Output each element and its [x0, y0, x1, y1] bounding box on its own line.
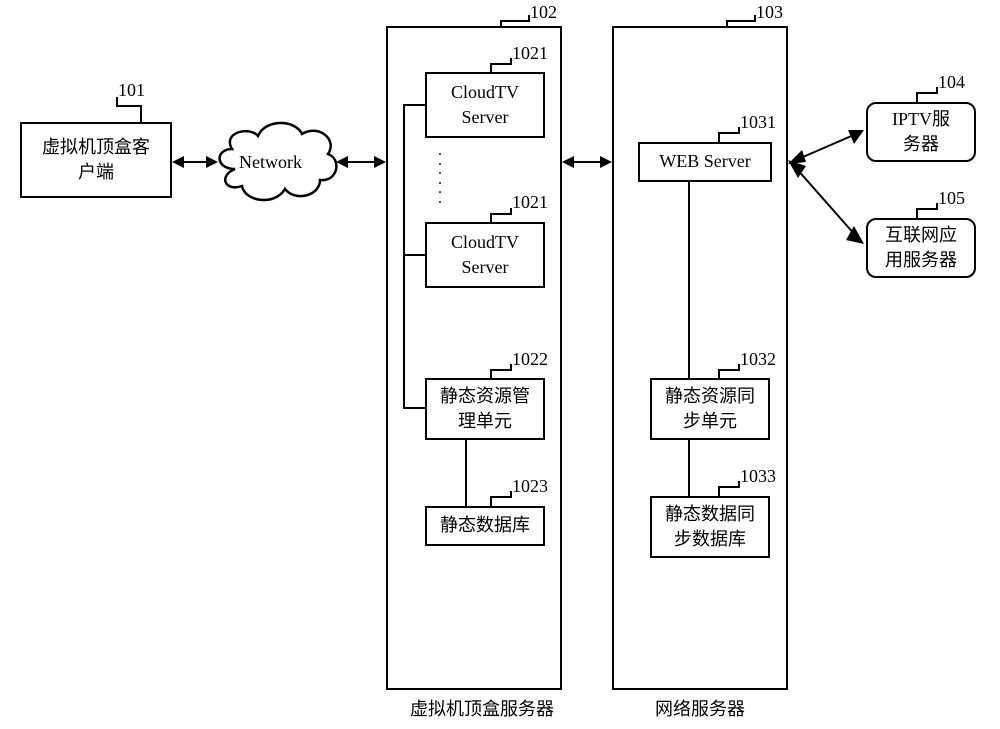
- cloudtv-box-2: CloudTV Server: [425, 222, 545, 288]
- netsrv-id: 103: [756, 2, 783, 23]
- sdb-box: 静态数据库: [425, 506, 545, 546]
- leader: [718, 486, 720, 496]
- arrow-web-inetapp: [788, 160, 866, 250]
- arrow-vstb-netsrv: [562, 152, 612, 172]
- leader: [490, 63, 512, 65]
- sync-db-label: 静态数据同 步数据库: [665, 502, 755, 552]
- leader: [718, 486, 740, 488]
- leader: [490, 213, 492, 222]
- inet-app-id: 105: [938, 188, 965, 209]
- bus-h: [403, 254, 425, 256]
- connector-v: [688, 182, 690, 378]
- web-id: 1031: [740, 112, 776, 133]
- sdb-id: 1023: [512, 476, 548, 497]
- leader: [916, 92, 938, 94]
- client-label: 虚拟机顶盒客 户端: [42, 135, 150, 185]
- leader: [490, 369, 492, 378]
- cloudtv-id-2: 1021: [512, 192, 548, 213]
- web-label: WEB Server: [659, 149, 750, 174]
- cloudtv-id-1: 1021: [512, 43, 548, 64]
- vertical-dots: ......: [438, 146, 442, 204]
- cloudtv-label-2: CloudTV Server: [451, 230, 519, 280]
- leader: [718, 369, 740, 371]
- netsrv-caption: 网络服务器: [655, 695, 745, 721]
- connector-v: [688, 440, 690, 496]
- arrow-network-vstb: [336, 152, 386, 172]
- leader: [490, 496, 492, 506]
- leader: [116, 97, 118, 105]
- bus-h: [403, 407, 425, 409]
- inet-app-box: 互联网应 用服务器: [866, 218, 976, 278]
- leader: [500, 20, 530, 22]
- sdb-label: 静态数据库: [440, 513, 530, 538]
- srm-id: 1022: [512, 349, 548, 370]
- iptv-label: IPTV服 务器: [892, 107, 950, 157]
- leader: [916, 92, 918, 102]
- sync-db-box: 静态数据同 步数据库: [650, 496, 770, 558]
- leader: [916, 208, 938, 210]
- iptv-id: 104: [938, 72, 965, 93]
- leader: [140, 105, 142, 122]
- vstb-caption: 虚拟机顶盒服务器: [410, 695, 554, 721]
- client-box: 虚拟机顶盒客 户端: [20, 122, 172, 198]
- leader: [726, 20, 728, 26]
- leader: [718, 132, 740, 134]
- cloudtv-label-1: CloudTV Server: [451, 80, 519, 130]
- leader: [500, 20, 502, 26]
- leader: [916, 208, 918, 218]
- leader: [116, 105, 140, 107]
- inet-app-label: 互联网应 用服务器: [885, 223, 957, 273]
- client-id: 101: [118, 80, 145, 101]
- leader: [490, 213, 512, 215]
- connector-v: [465, 440, 467, 506]
- leader: [490, 369, 512, 371]
- sync-db-id: 1033: [740, 466, 776, 487]
- web-box: WEB Server: [638, 142, 772, 182]
- leader: [490, 63, 492, 72]
- leader: [718, 132, 720, 142]
- network-label: Network: [239, 152, 302, 173]
- cloudtv-box-1: CloudTV Server: [425, 72, 545, 138]
- sync-unit-box: 静态资源同 步单元: [650, 378, 770, 440]
- bus-h: [403, 104, 425, 106]
- srm-box: 静态资源管 理单元: [425, 378, 545, 440]
- leader: [718, 369, 720, 378]
- iptv-box: IPTV服 务器: [866, 102, 976, 162]
- sync-unit-id: 1032: [740, 349, 776, 370]
- srm-label: 静态资源管 理单元: [440, 384, 530, 434]
- leader: [726, 20, 756, 22]
- sync-unit-label: 静态资源同 步单元: [665, 384, 755, 434]
- leader: [490, 496, 512, 498]
- arrow-client-network: [172, 152, 218, 172]
- vstb-id: 102: [530, 2, 557, 23]
- bus-v: [403, 104, 405, 409]
